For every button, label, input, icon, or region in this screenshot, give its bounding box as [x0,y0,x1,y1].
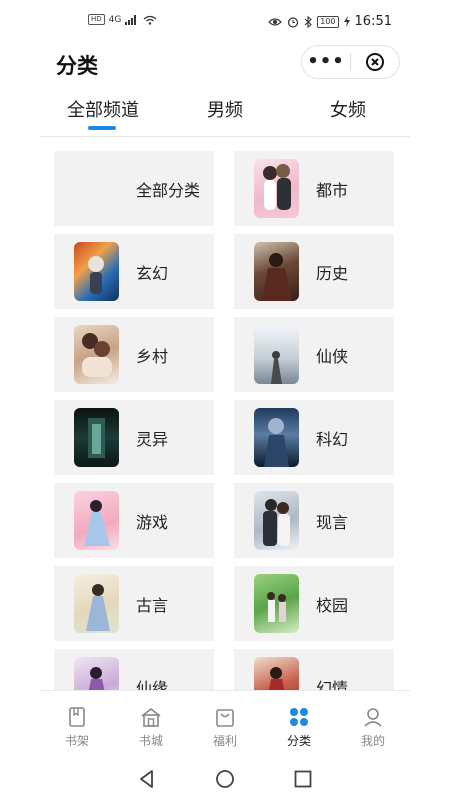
category-card-village[interactable]: 乡村 [54,317,214,392]
category-card-all[interactable]: 全部分类 [54,151,214,226]
home-circle-icon[interactable] [214,768,236,790]
channel-tabs: 全部频道 男频 女频 [40,92,410,137]
hd-badge: HD [88,14,105,25]
status-bar-left: HD 4G [88,14,157,25]
nav-welfare[interactable]: 福利 [188,691,262,756]
category-dots-icon [287,705,311,729]
nav-label: 福利 [212,734,237,748]
category-label: 校园 [316,596,349,615]
close-circle-icon [366,53,384,71]
cover-image [254,574,299,633]
category-label: 都市 [316,181,349,200]
battery-indicator: 100 [317,15,339,28]
tab-male[interactable]: 男频 [207,96,243,122]
recents-square-icon[interactable] [292,768,314,790]
tab-all-channels[interactable]: 全部频道 [67,96,139,122]
signal-icon [125,14,137,25]
category-card-supernatural[interactable]: 灵异 [54,400,214,475]
clock: 16:51 [354,14,392,29]
tab-female[interactable]: 女频 [330,96,366,122]
cover-image [254,408,299,467]
category-card-game[interactable]: 游戏 [54,483,214,558]
charging-icon [343,16,350,27]
system-nav-bar [0,756,450,800]
profile-icon [361,705,385,729]
category-card-fantasy[interactable]: 玄幻 [54,234,214,309]
alarm-icon [288,16,299,28]
bookshelf-icon [65,705,89,729]
nav-label: 书架 [64,734,89,748]
category-label: 幻情 [316,679,349,690]
cover-image [74,657,119,690]
network-type: 4G [108,14,122,25]
welfare-bag-icon [213,705,237,729]
cover-image [254,657,299,690]
status-bar-right: 100 16:51 [268,14,392,29]
cover-image [254,491,299,550]
close-button[interactable] [351,52,399,72]
category-card-immortal-fate[interactable]: 仙缘 [54,649,214,690]
mini-program-capsule: ••• [301,45,400,79]
category-label: 仙缘 [136,679,169,690]
bluetooth-icon [304,15,313,28]
nav-bookshelf[interactable]: 书架 [40,691,114,756]
bookstore-icon [139,705,163,729]
category-label: 灵异 [136,430,169,449]
nav-label: 书城 [138,734,163,748]
cover-image [74,408,119,467]
nav-label: 我的 [360,734,385,748]
active-tab-indicator [88,126,116,130]
back-triangle-icon[interactable] [136,768,158,790]
nav-profile[interactable]: 我的 [336,691,410,756]
nav-category[interactable]: 分类 [262,691,336,756]
nav-bookstore[interactable]: 书城 [114,691,188,756]
bottom-nav: 书架 书城 福利 分类 我的 [40,690,410,756]
wifi-icon [143,15,157,25]
nav-label: 分类 [286,734,311,748]
page-title: 分类 [56,54,98,78]
cover-image [254,325,299,384]
category-label: 科幻 [316,430,349,449]
category-label: 乡村 [136,347,169,366]
category-label: 古言 [136,596,169,615]
category-card-ancient-romance[interactable]: 古言 [54,566,214,641]
category-card-modern-romance[interactable]: 现言 [234,483,394,558]
status-bar: HD 4G 100 16:51 [0,0,450,40]
category-grid: 全部分类 都市 玄幻 历史 乡村 仙侠 灵异 科幻 游戏 现言 古言 校园 仙缘… [40,137,410,690]
category-card-xianxia[interactable]: 仙侠 [234,317,394,392]
category-card-history[interactable]: 历史 [234,234,394,309]
category-label: 仙侠 [316,347,349,366]
category-label: 现言 [316,513,349,532]
category-card-scifi[interactable]: 科幻 [234,400,394,475]
cover-image [74,325,119,384]
cover-image [74,242,119,301]
category-card-urban[interactable]: 都市 [234,151,394,226]
category-label: 游戏 [136,513,169,532]
category-label: 历史 [316,264,349,283]
more-button[interactable]: ••• [302,46,350,78]
cover-image [254,159,299,218]
category-card-campus[interactable]: 校园 [234,566,394,641]
cover-image [74,491,119,550]
cover-image [254,242,299,301]
category-label: 全部分类 [136,181,201,200]
eye-icon [268,17,283,26]
category-card-fantasy-romance[interactable]: 幻情 [234,649,394,690]
cover-image [74,574,119,633]
category-label: 玄幻 [136,264,169,283]
header: 分类 ••• [0,40,450,86]
